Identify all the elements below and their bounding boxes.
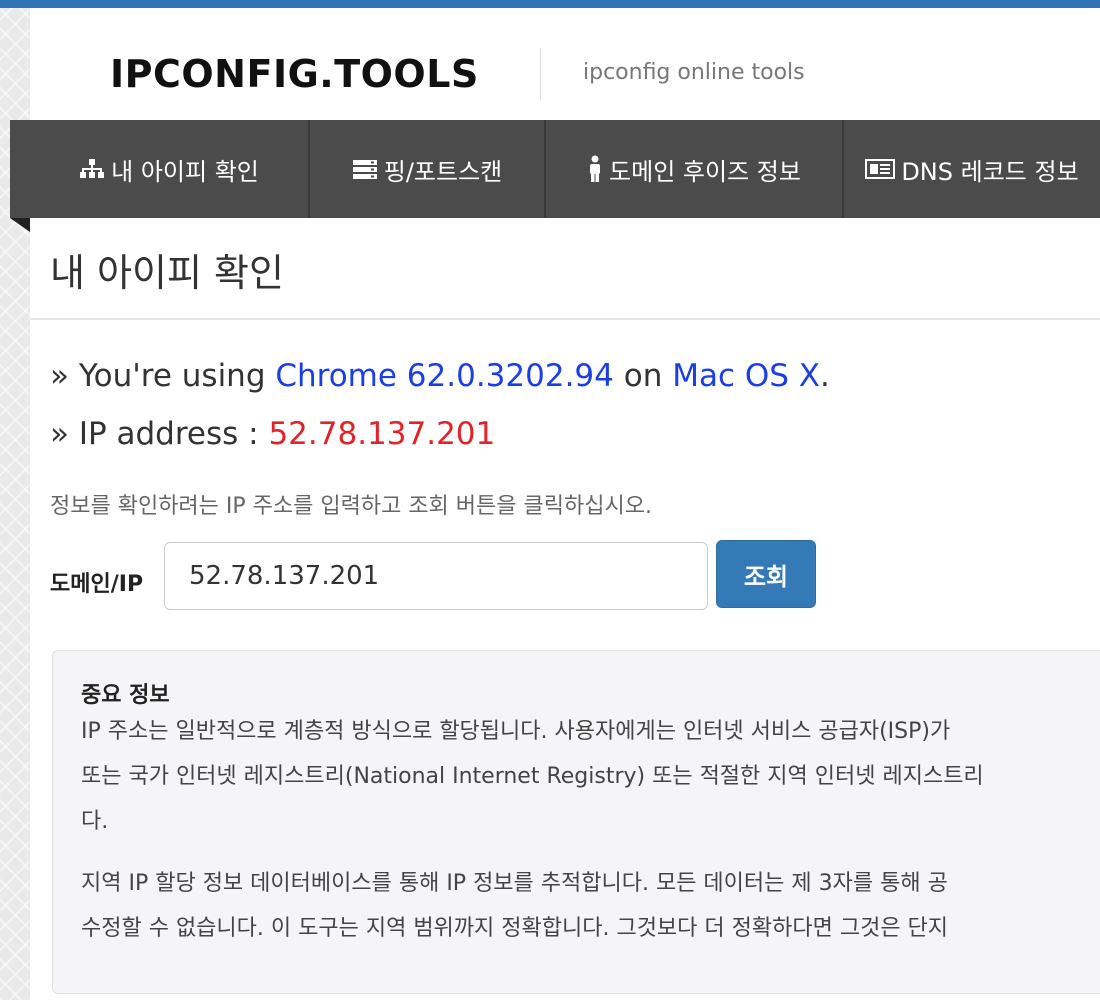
server-icon: [352, 158, 378, 180]
nav-item-label: 도메인 후이즈 정보: [609, 157, 801, 186]
lookup-button[interactable]: 조회: [716, 540, 816, 608]
notice-paragraph-1: IP 주소는 일반적으로 계층적 방식으로 할당됩니다. 사용자에게는 인터넷 …: [81, 709, 1100, 844]
nav-item-domain-whois[interactable]: 도메인 후이즈 정보: [546, 120, 842, 218]
top-accent-bar: [0, 0, 1100, 8]
page-title: 내 아이피 확인: [50, 251, 284, 295]
sitemap-icon: [79, 158, 105, 180]
browser-name: Chrome 62.0.3202.94: [275, 358, 614, 394]
os-name: Mac OS X: [672, 358, 821, 394]
notice-line: 수정할 수 없습니다. 이 도구는 지역 범위까지 정확합니다. 그것보다 더 …: [81, 916, 949, 941]
site-tagline: ipconfig online tools: [583, 60, 805, 85]
nav-item-label: DNS 레코드 정보: [901, 157, 1079, 186]
notice-title: 중요 정보: [81, 683, 170, 708]
domain-ip-label: 도메인/IP: [50, 572, 144, 597]
page-container: IPCONFIG.TOOLS ipconfig online tools 내 아…: [10, 8, 1100, 1000]
site-logo[interactable]: IPCONFIG.TOOLS: [110, 52, 479, 96]
nav-item-my-ip[interactable]: 내 아이피 확인: [30, 120, 308, 218]
nav-item-label: 내 아이피 확인: [111, 157, 259, 186]
main-nav: 내 아이피 확인 핑/포트스캔 도메인 후이즈 정보 DNS 레코드 정보: [10, 120, 1100, 218]
domain-ip-input[interactable]: [164, 542, 708, 610]
browser-info-line: » You're using Chrome 62.0.3202.94 on Ma…: [50, 358, 830, 394]
important-info-box: 중요 정보 IP 주소는 일반적으로 계층적 방식으로 할당됩니다. 사용자에게…: [52, 650, 1100, 994]
notice-line: 다.: [81, 809, 109, 834]
header-divider: [540, 48, 541, 100]
person-icon: [587, 155, 603, 183]
notice-line: 또는 국가 인터넷 레지스트리(National Internet Regist…: [81, 764, 984, 789]
on-text: on: [613, 358, 673, 394]
period-text: .: [820, 358, 830, 394]
ip-prefix: » IP address :: [50, 416, 269, 452]
ip-info-line: » IP address : 52.78.137.201: [50, 416, 495, 452]
lookup-hint: 정보를 확인하려는 IP 주소를 입력하고 조회 버튼을 클릭하십시오.: [50, 494, 652, 519]
ip-address-value: 52.78.137.201: [268, 416, 496, 452]
notice-line: 지역 IP 할당 정보 데이터베이스를 통해 IP 정보를 추적합니다. 모든 …: [81, 871, 948, 896]
using-prefix: » You're using: [50, 358, 276, 394]
notice-paragraph-2: 지역 IP 할당 정보 데이터베이스를 통해 IP 정보를 추적합니다. 모든 …: [81, 861, 1100, 951]
nav-item-label: 핑/포트스캔: [383, 157, 503, 186]
newspaper-icon: [865, 158, 896, 180]
nav-ribbon-fold: [10, 218, 30, 232]
site-header: IPCONFIG.TOOLS ipconfig online tools: [30, 8, 1100, 120]
nav-item-ping-portscan[interactable]: 핑/포트스캔: [310, 120, 544, 218]
nav-item-dns-record[interactable]: DNS 레코드 정보: [844, 120, 1100, 218]
title-divider: [30, 318, 1100, 320]
notice-line: IP 주소는 일반적으로 계층적 방식으로 할당됩니다. 사용자에게는 인터넷 …: [81, 719, 951, 744]
